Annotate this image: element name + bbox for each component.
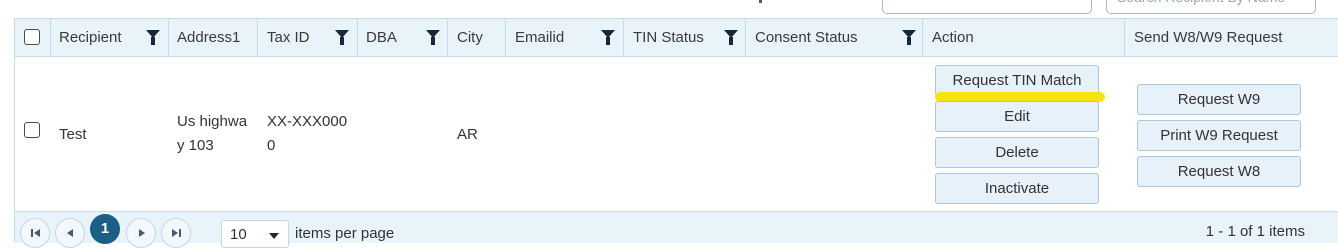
first-page-arrow — [34, 229, 40, 237]
column-header-tax-id[interactable]: Tax ID — [267, 19, 310, 57]
column-header-emailid[interactable]: Emailid — [515, 19, 564, 57]
edit-button[interactable]: Edit — [935, 101, 1099, 132]
recipients-grid: Recipient Address1 Tax ID DBA City Email… — [14, 18, 1338, 248]
previous-page-icon — [67, 229, 73, 237]
cell-city: AR — [457, 126, 478, 143]
column-header-send-request: Send W8/W9 Request — [1134, 29, 1283, 46]
tin-status-filter-icon[interactable] — [724, 30, 738, 46]
dba-filter-icon[interactable] — [426, 30, 440, 46]
page-1-button[interactable]: 1 — [90, 214, 120, 244]
inactivate-button[interactable]: Inactivate — [935, 173, 1099, 204]
column-header-recipient[interactable]: Recipient — [59, 19, 122, 57]
consent-status-filter-icon[interactable] — [902, 30, 916, 46]
next-page-icon — [139, 229, 145, 237]
last-page-arrow — [172, 229, 178, 237]
column-header-consent-status[interactable]: Consent Status — [755, 19, 858, 57]
last-page-button[interactable] — [161, 218, 191, 248]
previous-page-button[interactable] — [55, 218, 85, 248]
pager-summary: 1 - 1 of 1 items — [1205, 223, 1305, 240]
cell-tax-id-line2: 0 — [267, 137, 276, 154]
cell-address1: Us highwa y 103 — [177, 110, 247, 158]
filter-input[interactable] — [882, 0, 1092, 14]
table-row: Test Us highwa y 103 XX-XXX000 0 AR Requ… — [15, 57, 1338, 212]
column-header-tin-status[interactable]: TIN Status — [633, 19, 704, 57]
delete-button[interactable]: Delete — [935, 137, 1099, 168]
request-w8-button[interactable]: Request W8 — [1137, 156, 1301, 187]
column-header-action: Action — [932, 29, 974, 46]
column-header-address1[interactable]: Address1 — [177, 19, 240, 57]
cell-recipient: Test — [59, 126, 87, 143]
items-per-page-label: items per page — [295, 225, 395, 242]
ellipsis-dot — [759, 0, 762, 3]
tax-id-filter-icon[interactable] — [335, 30, 349, 46]
cell-tax-id-line1: XX-XXX000 — [267, 113, 348, 130]
page-size-value: 10 — [230, 226, 247, 243]
grid-header: Recipient Address1 Tax ID DBA City Email… — [15, 19, 1338, 57]
first-page-icon — [31, 229, 33, 237]
recipient-filter-icon[interactable] — [146, 30, 160, 46]
toolbar: Search Recipient By Name — [0, 0, 1338, 18]
emailid-filter-icon[interactable] — [601, 30, 615, 46]
first-page-button[interactable] — [20, 218, 50, 248]
column-header-city[interactable]: City — [457, 19, 483, 57]
pager: 1 10 items per page 1 - 1 of 1 items — [15, 212, 1338, 248]
print-w9-request-button[interactable]: Print W9 Request — [1137, 120, 1301, 151]
cell-address1-line1: Us highwa — [177, 113, 248, 130]
column-header-dba[interactable]: DBA — [366, 19, 397, 57]
chevron-down-icon — [269, 233, 279, 239]
page-size-select[interactable]: 10 — [221, 220, 289, 248]
request-w9-button[interactable]: Request W9 — [1137, 84, 1301, 115]
select-all-checkbox[interactable] — [24, 29, 40, 45]
cell-tax-id: XX-XXX000 0 — [267, 110, 347, 158]
row-checkbox[interactable] — [24, 122, 40, 138]
next-page-button[interactable] — [126, 218, 156, 248]
last-page-icon — [179, 229, 181, 237]
cell-address1-line2: y 103 — [177, 137, 214, 154]
search-recipient-input[interactable]: Search Recipient By Name — [1106, 0, 1316, 14]
